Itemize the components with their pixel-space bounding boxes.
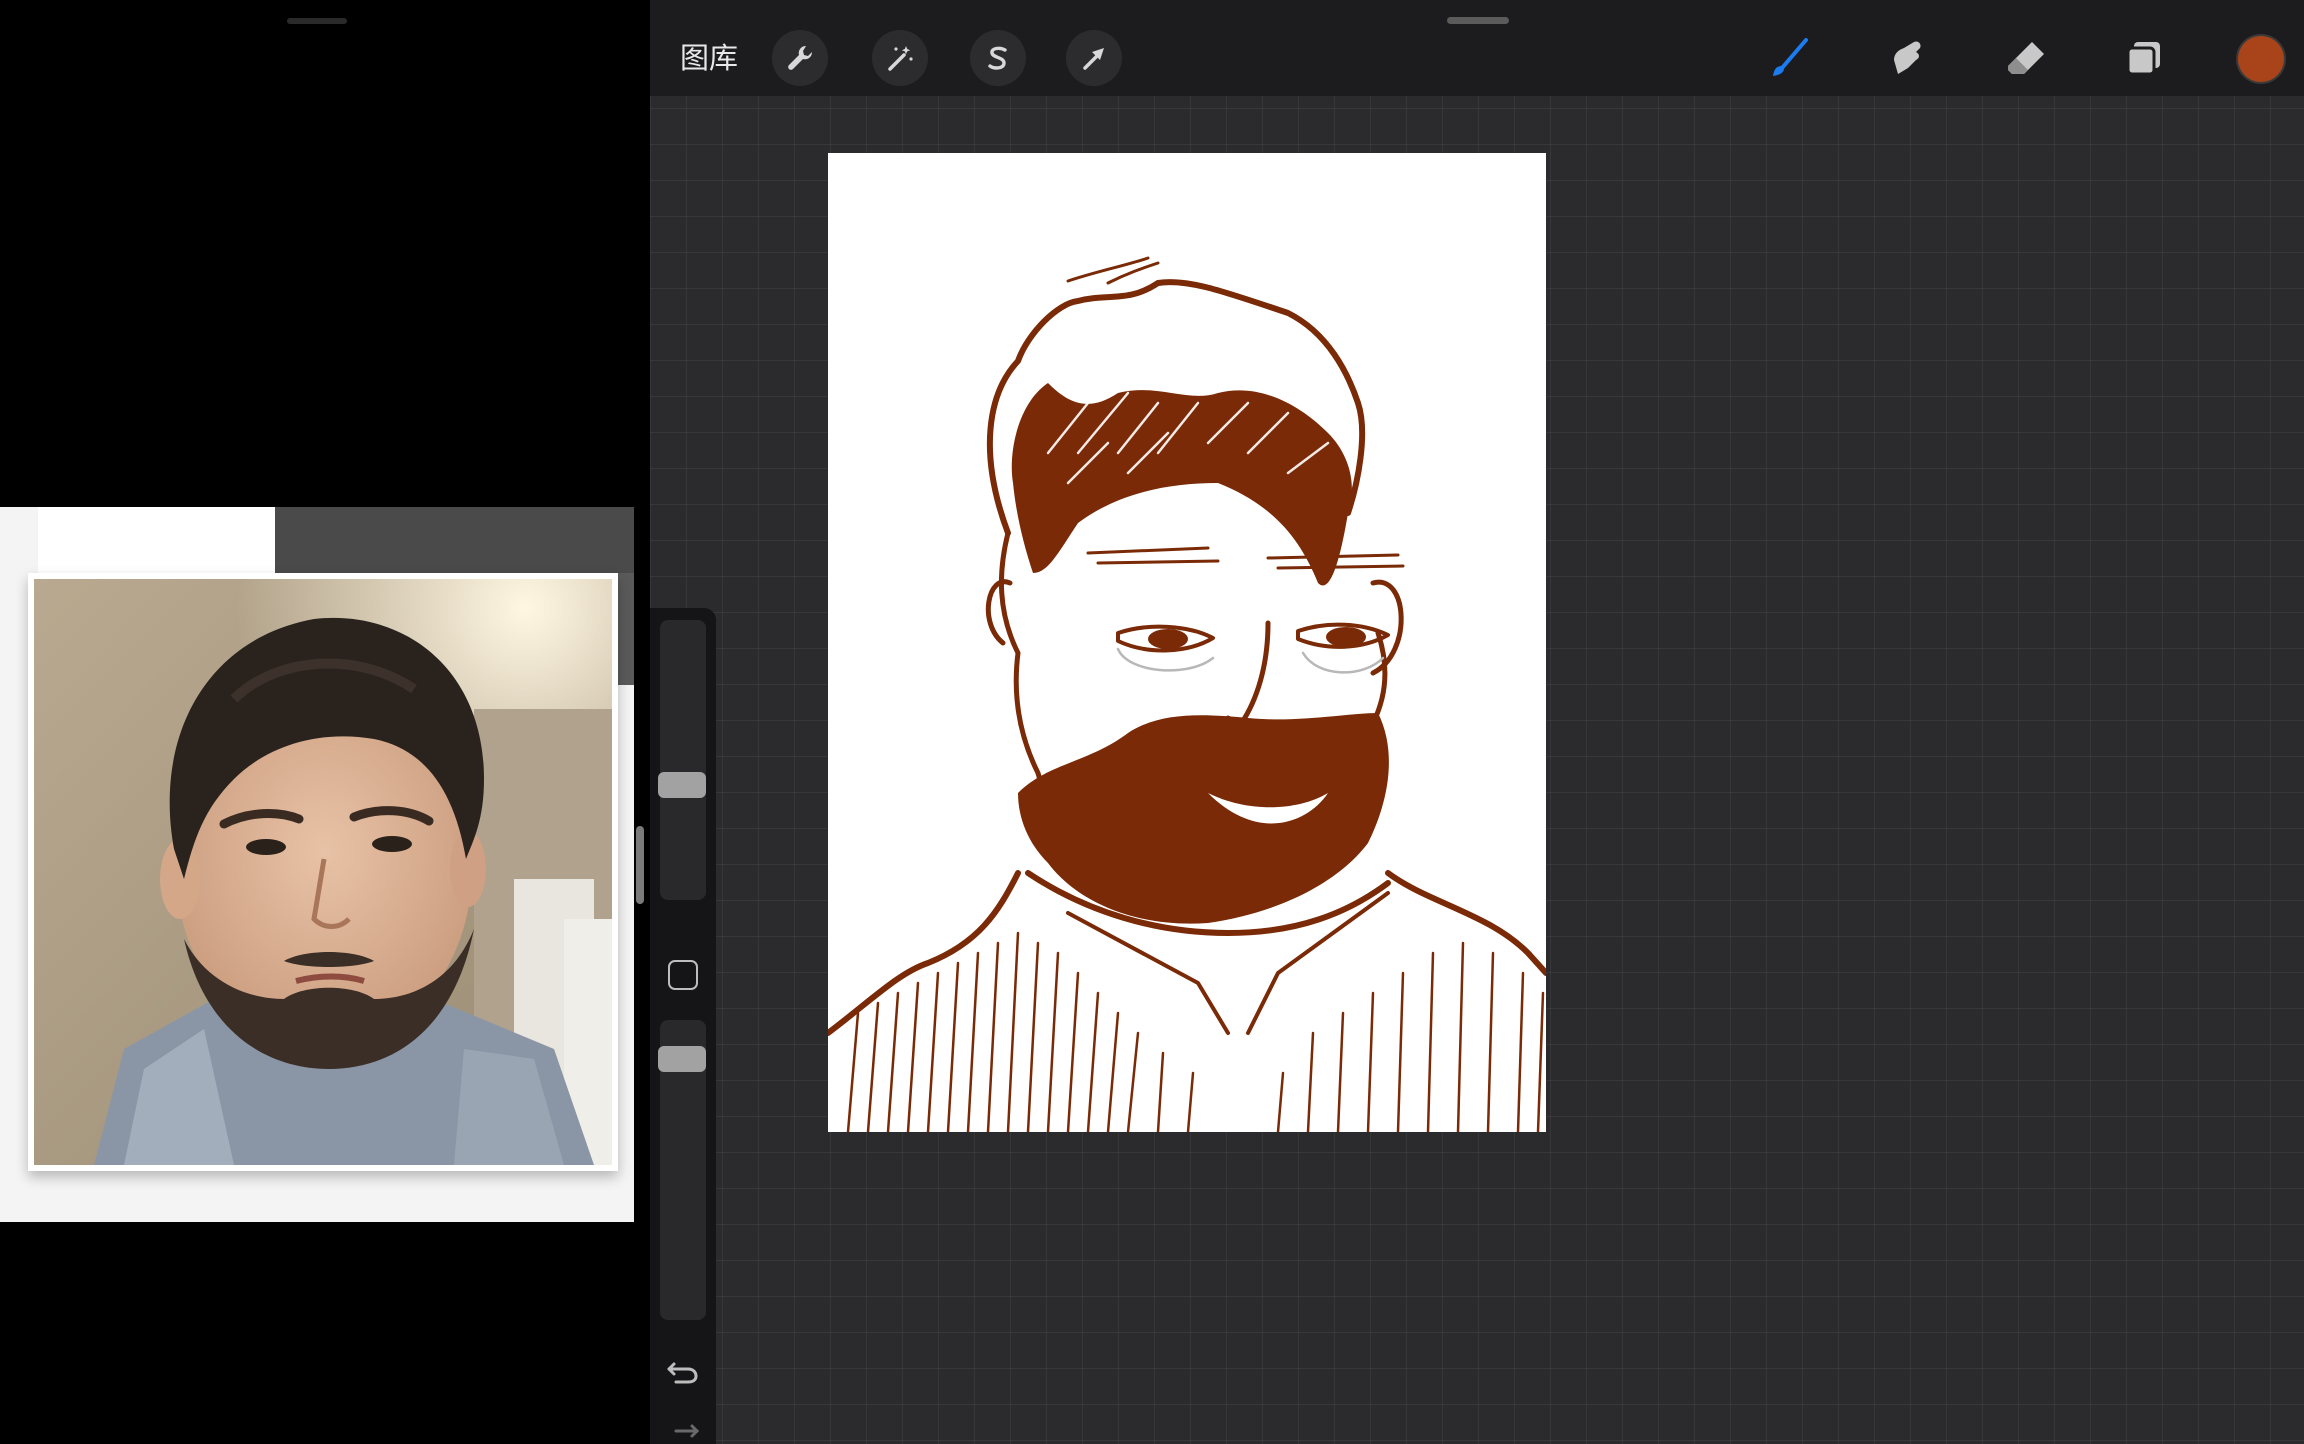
modify-button[interactable] [668,960,698,990]
layers-button[interactable] [2116,30,2172,86]
layers-icon [2126,42,2160,76]
photo-viewer [0,507,634,1222]
adjustments-button[interactable] [872,30,928,86]
actions-button[interactable] [772,30,828,86]
photo-viewer-strip-dark [275,507,634,573]
brush-tool[interactable] [1762,30,1818,86]
multitasking-handle[interactable] [1447,17,1509,24]
undo-icon[interactable] [664,1354,702,1390]
redo-icon[interactable] [664,1420,702,1444]
opacity-thumb[interactable] [658,1046,706,1072]
selection-button[interactable] [970,30,1026,86]
split-divider-handle[interactable] [636,826,644,904]
brush-sidebar [650,608,716,1444]
photo-viewer-edge [616,573,634,685]
arrow-cursor-icon [1083,48,1104,70]
brush-size-thumb[interactable] [658,772,706,798]
eraser-tool[interactable] [1998,30,2054,86]
selection-s-icon [988,46,1007,70]
reference-pane [0,0,650,1444]
drawing-canvas[interactable] [828,153,1546,1132]
top-toolbar: 图库 [650,0,2304,96]
smudge-tool[interactable] [1880,30,1936,86]
split-view-handle[interactable] [287,18,347,24]
reference-photo-frame [28,573,618,1171]
brush-size-slider[interactable] [658,620,706,900]
wrench-icon [788,45,813,70]
photo-viewer-strip [38,507,276,573]
caricature-drawing [828,256,1546,1132]
transform-button[interactable] [1066,30,1122,86]
reference-photo [34,579,612,1165]
brush-icon [1773,38,1808,76]
eraser-icon [2008,42,2044,74]
magic-wand-icon [888,46,913,71]
color-picker-button[interactable] [2238,36,2284,82]
opacity-slider[interactable] [658,1020,706,1320]
procreate-app: 图库 [650,0,2304,1444]
smudge-finger-icon [1894,41,1921,74]
gallery-button[interactable]: 图库 [680,38,738,78]
